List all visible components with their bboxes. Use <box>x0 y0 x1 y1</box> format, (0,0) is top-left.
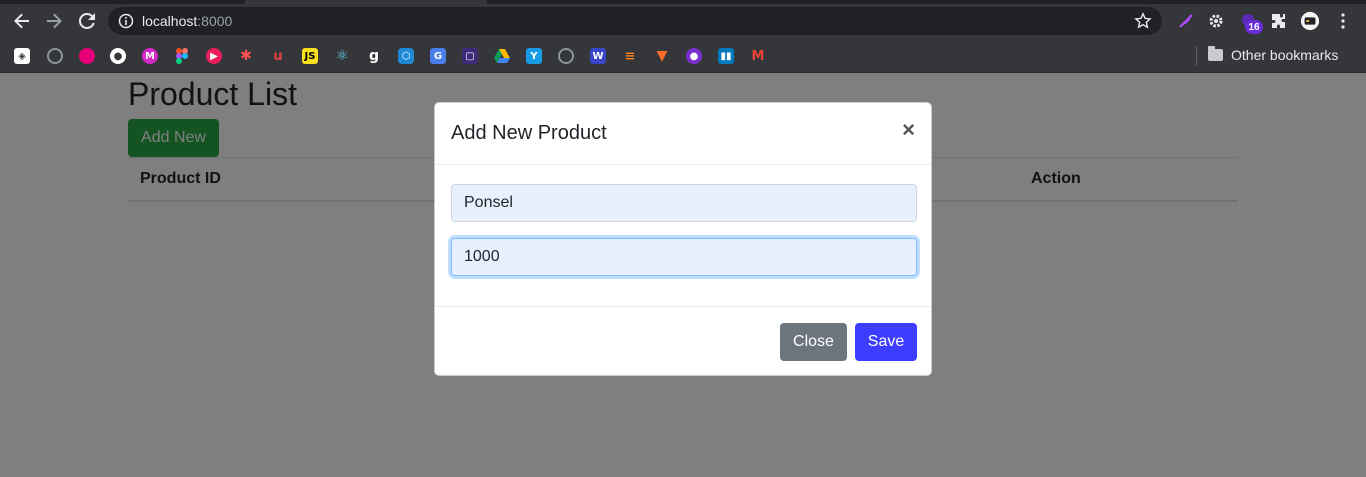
forward-arrow-icon <box>47 13 62 29</box>
bookmark-stackoverflow-icon[interactable]: ≡ <box>622 48 638 64</box>
bookmark-hexagon-icon[interactable]: ⬡ <box>398 48 414 64</box>
other-bookmarks-label: Other bookmarks <box>1231 47 1339 63</box>
bookmark-github-icon[interactable] <box>47 48 63 64</box>
profile-avatar[interactable] <box>1300 11 1320 31</box>
active-tab-edge <box>245 0 487 4</box>
reload-button[interactable] <box>75 9 99 33</box>
bookmark-globe-icon[interactable]: ● <box>110 48 126 64</box>
other-bookmarks[interactable]: Other bookmarks <box>1208 46 1339 63</box>
bookmark-g-icon[interactable]: g <box>366 48 382 64</box>
product-price-input[interactable] <box>451 238 917 276</box>
bookmark-gitlab-icon[interactable]: ▼ <box>654 48 670 64</box>
bookmark-circle-icon[interactable]: ● <box>686 48 702 64</box>
save-button[interactable]: Save <box>855 323 917 361</box>
bookmark-figma-icon[interactable] <box>174 48 190 64</box>
bookmark-react-icon[interactable]: ⚛ <box>334 48 350 64</box>
bookmarks-bar: ◈ ● M ▶ ✱ u JS ⚛ g ⬡ G ▢ Y W ≡ ▼ ● ▮▮ M … <box>0 40 1366 73</box>
bookmark-star-icon[interactable] <box>1134 12 1152 30</box>
bookmark-u-icon[interactable]: u <box>270 48 286 64</box>
extension-badge: 16 <box>1245 20 1263 34</box>
browser-toolbar: localhost:8000 16 <box>0 0 1366 40</box>
product-name-input[interactable] <box>451 184 917 222</box>
modal-body <box>435 166 931 306</box>
close-icon[interactable]: × <box>902 119 915 141</box>
add-product-modal: Add New Product × Close Save <box>434 102 932 376</box>
menu-icon[interactable] <box>1333 11 1353 31</box>
bookmark-w-icon[interactable]: W <box>590 48 606 64</box>
bookmark-translate-icon[interactable]: G <box>430 48 446 64</box>
bookmark-m-icon[interactable]: M <box>142 48 158 64</box>
bookmark-separator <box>1196 46 1197 66</box>
bookmark-js-icon[interactable]: JS <box>302 48 318 64</box>
folder-icon <box>1208 46 1223 61</box>
bookmark-codepen-icon[interactable]: ◈ <box>14 48 30 64</box>
settings-extension-icon[interactable] <box>1206 11 1226 31</box>
bookmark-gmail-icon[interactable]: M <box>750 48 766 64</box>
puzzle-extensions-icon[interactable] <box>1269 11 1289 31</box>
reload-icon <box>78 12 95 29</box>
back-button[interactable] <box>10 9 34 33</box>
bookmark-lock-icon[interactable]: ▢ <box>462 48 478 64</box>
modal-title: Add New Product <box>451 122 607 144</box>
url-port: :8000 <box>197 13 233 29</box>
modal-header: Add New Product × <box>435 103 931 165</box>
tabstrip-edge <box>0 0 1366 4</box>
back-arrow-icon <box>14 13 29 29</box>
bookmark-y-icon[interactable]: Y <box>526 48 542 64</box>
url-text[interactable]: localhost:8000 <box>142 13 232 29</box>
bookmark-red-icon[interactable]: ▶ <box>206 48 222 64</box>
forward-button[interactable] <box>42 9 66 33</box>
bookmark-drive-icon[interactable] <box>494 48 510 64</box>
bookmark-pink-icon[interactable] <box>79 48 95 64</box>
bookmark-github-2-icon[interactable] <box>558 48 574 64</box>
feather-extension-icon[interactable] <box>1176 11 1196 31</box>
url-host: localhost <box>142 13 198 29</box>
bookmark-asterisk-icon[interactable]: ✱ <box>238 48 254 64</box>
bookmark-trello-icon[interactable]: ▮▮ <box>718 48 734 64</box>
address-bar[interactable]: localhost:8000 <box>108 7 1162 35</box>
info-icon[interactable] <box>118 13 134 29</box>
modal-footer: Close Save <box>435 306 931 377</box>
close-button[interactable]: Close <box>780 323 847 361</box>
